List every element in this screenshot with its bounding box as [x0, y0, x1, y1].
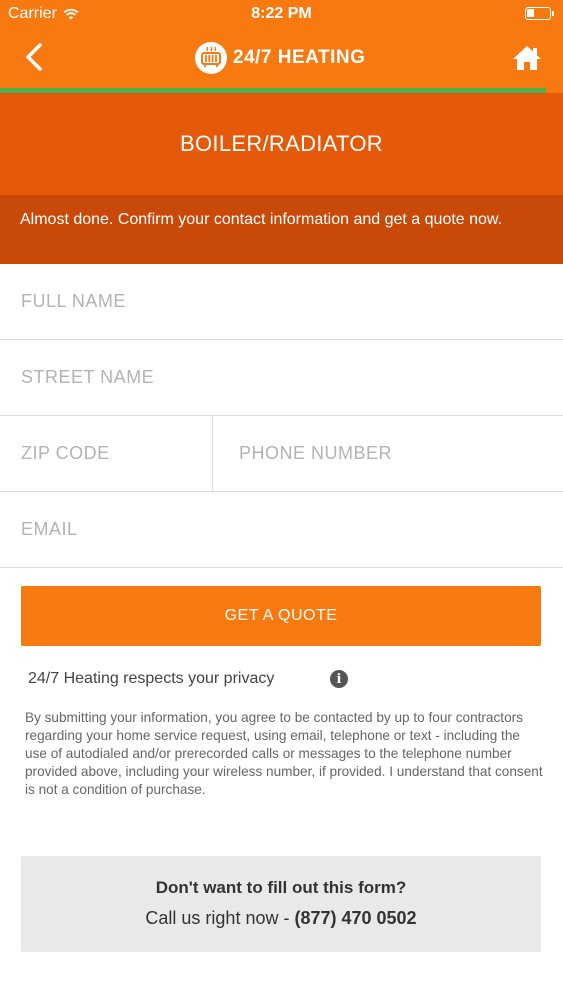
info-icon[interactable]: i: [330, 670, 348, 688]
status-time: 8:22 PM: [251, 5, 312, 22]
section-title: BOILER/RADIATOR: [180, 131, 383, 156]
get-quote-button[interactable]: GET A QUOTE: [21, 586, 541, 646]
street-name-row: [0, 340, 563, 416]
notice-banner: Almost done. Confirm your contact inform…: [0, 195, 563, 264]
consent-text: By submitting your information, you agre…: [25, 710, 543, 797]
brand: 24/7 HEATING: [195, 40, 365, 76]
email-input[interactable]: [0, 492, 563, 567]
chevron-left-icon: [26, 43, 42, 71]
call-prefix: Call us right now -: [145, 908, 295, 928]
section-header: BOILER/RADIATOR: [0, 93, 563, 195]
back-button[interactable]: [18, 40, 54, 76]
phone-number-input[interactable]: [213, 416, 563, 491]
full-name-input[interactable]: [0, 264, 563, 339]
brand-name: 24/7 HEATING: [233, 47, 366, 68]
call-box: Don't want to fill out this form? Call u…: [21, 856, 541, 952]
phone-number-cell: [213, 416, 563, 491]
zip-phone-row: [0, 416, 563, 492]
battery-icon: [525, 7, 554, 20]
full-name-row: [0, 264, 563, 340]
status-bar: Carrier 8:22 PM: [0, 0, 563, 28]
street-name-input[interactable]: [0, 340, 563, 415]
nav-bar: 24/7 HEATING: [0, 28, 563, 88]
home-button[interactable]: [509, 40, 545, 76]
home-icon: [513, 46, 541, 70]
zip-code-cell: [0, 416, 213, 491]
call-heading: Don't want to fill out this form?: [155, 878, 407, 897]
email-row: [0, 492, 563, 568]
privacy-row: 24/7 Heating respects your privacy i: [28, 668, 348, 690]
privacy-label: 24/7 Heating respects your privacy: [28, 670, 275, 687]
zip-code-input[interactable]: [0, 416, 212, 491]
call-line: Call us right now - (877) 470 0502: [21, 908, 541, 929]
call-phone-link[interactable]: (877) 470 0502: [294, 908, 416, 928]
brand-logo-icon: [195, 42, 227, 74]
